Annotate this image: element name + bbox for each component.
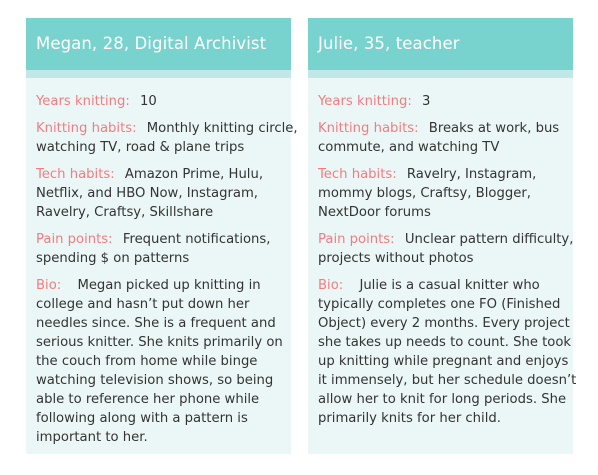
header-divider bbox=[26, 70, 291, 78]
bio-field: Bio: Megan picked up knitting in college… bbox=[36, 276, 298, 447]
tech-habits-field: Tech habits: Amazon Prime, Hulu, Netflix… bbox=[36, 165, 298, 222]
pain-points-field: Pain points: Frequent notifications, spe… bbox=[36, 230, 298, 268]
persona-title: Megan, 28, Digital Archivist bbox=[26, 18, 291, 70]
persona-card-megan: Megan, 28, Digital Archivist Years knitt… bbox=[26, 18, 298, 454]
bio-field: Bio: Julie is a casual knitter who typic… bbox=[318, 276, 580, 428]
years-knitting-field: Years knitting: 3 bbox=[318, 92, 580, 111]
years-knitting-label: Years knitting: bbox=[36, 94, 130, 109]
persona-details: Years knitting: 10 Knitting habits: Mont… bbox=[26, 78, 298, 447]
years-knitting-value: 10 bbox=[140, 94, 157, 109]
bio-value: Julie is a casual knitter who typically … bbox=[318, 278, 577, 426]
years-knitting-label: Years knitting: bbox=[318, 94, 412, 109]
persona-title: Julie, 35, teacher bbox=[308, 18, 573, 70]
knitting-habits-label: Knitting habits: bbox=[318, 121, 419, 136]
bio-label: Bio: bbox=[318, 278, 344, 293]
pain-points-field: Pain points: Unclear pattern difficulty,… bbox=[318, 230, 580, 268]
knitting-habits-field: Knitting habits: Breaks at work, bus com… bbox=[318, 119, 580, 157]
persona-details: Years knitting: 3 Knitting habits: Break… bbox=[308, 78, 580, 428]
knitting-habits-field: Knitting habits: Monthly knitting circle… bbox=[36, 119, 298, 157]
persona-card-julie: Julie, 35, teacher Years knitting: 3 Kni… bbox=[308, 18, 576, 454]
header-divider bbox=[308, 70, 573, 78]
pain-points-label: Pain points: bbox=[36, 232, 113, 247]
years-knitting-field: Years knitting: 10 bbox=[36, 92, 298, 111]
tech-habits-label: Tech habits: bbox=[36, 167, 115, 182]
knitting-habits-label: Knitting habits: bbox=[36, 121, 137, 136]
tech-habits-field: Tech habits: Ravelry, Instagram, mommy b… bbox=[318, 165, 580, 222]
years-knitting-value: 3 bbox=[422, 94, 431, 109]
pain-points-label: Pain points: bbox=[318, 232, 395, 247]
bio-label: Bio: bbox=[36, 278, 62, 293]
tech-habits-label: Tech habits: bbox=[318, 167, 397, 182]
bio-value: Megan picked up knitting in college and … bbox=[36, 278, 283, 445]
